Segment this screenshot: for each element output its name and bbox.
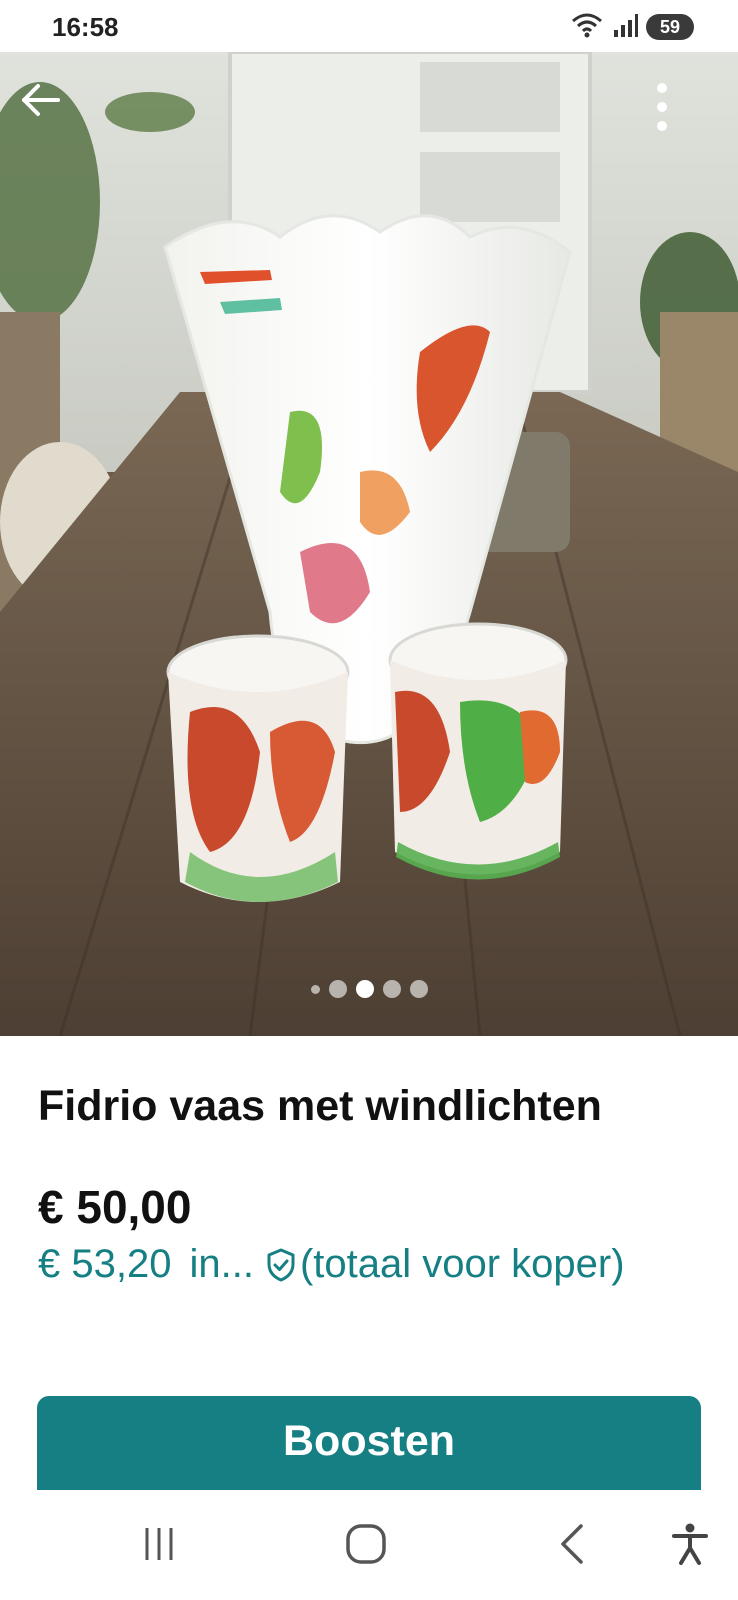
recent-apps-button[interactable]	[127, 1514, 191, 1578]
navigation-bar	[0, 1490, 738, 1600]
total-price-suffix: in...	[189, 1242, 254, 1286]
recent-apps-icon	[139, 1524, 179, 1569]
carousel-dot[interactable]	[382, 980, 401, 998]
carousel-indicator	[0, 980, 738, 998]
listing-title: Fidrio vaas met windlichten	[38, 1082, 602, 1130]
status-time: 16:58	[52, 12, 119, 42]
accessibility-icon	[670, 1522, 710, 1571]
shield-check-icon	[266, 1248, 296, 1282]
back-icon	[557, 1522, 587, 1571]
carousel-dot-active[interactable]	[355, 980, 374, 998]
carousel-dot[interactable]	[409, 980, 428, 998]
home-button[interactable]	[334, 1514, 398, 1578]
status-bar: 16:58 59	[0, 0, 738, 52]
total-price-value: € 53,20	[38, 1242, 172, 1286]
wifi-icon	[570, 11, 604, 44]
more-options-button[interactable]	[656, 82, 720, 146]
boost-button[interactable]: Boosten	[37, 1396, 701, 1496]
total-price-note: (totaal voor koper)	[299, 1242, 625, 1286]
listing-price: € 50,00	[38, 1181, 192, 1233]
back-button[interactable]	[18, 82, 82, 146]
buyer-total-price[interactable]: € 53,20 in... (totaal voor koper)	[38, 1242, 625, 1287]
carousel-dot[interactable]	[328, 980, 347, 998]
signal-icon	[612, 12, 638, 43]
home-icon	[344, 1522, 388, 1571]
accessibility-button[interactable]	[658, 1514, 722, 1578]
status-icons: 59	[570, 12, 694, 42]
product-image	[0, 52, 738, 1036]
system-back-button[interactable]	[540, 1514, 604, 1578]
battery-indicator: 59	[646, 14, 694, 40]
carousel-dot[interactable]	[310, 984, 320, 994]
product-photo[interactable]	[0, 52, 738, 1036]
